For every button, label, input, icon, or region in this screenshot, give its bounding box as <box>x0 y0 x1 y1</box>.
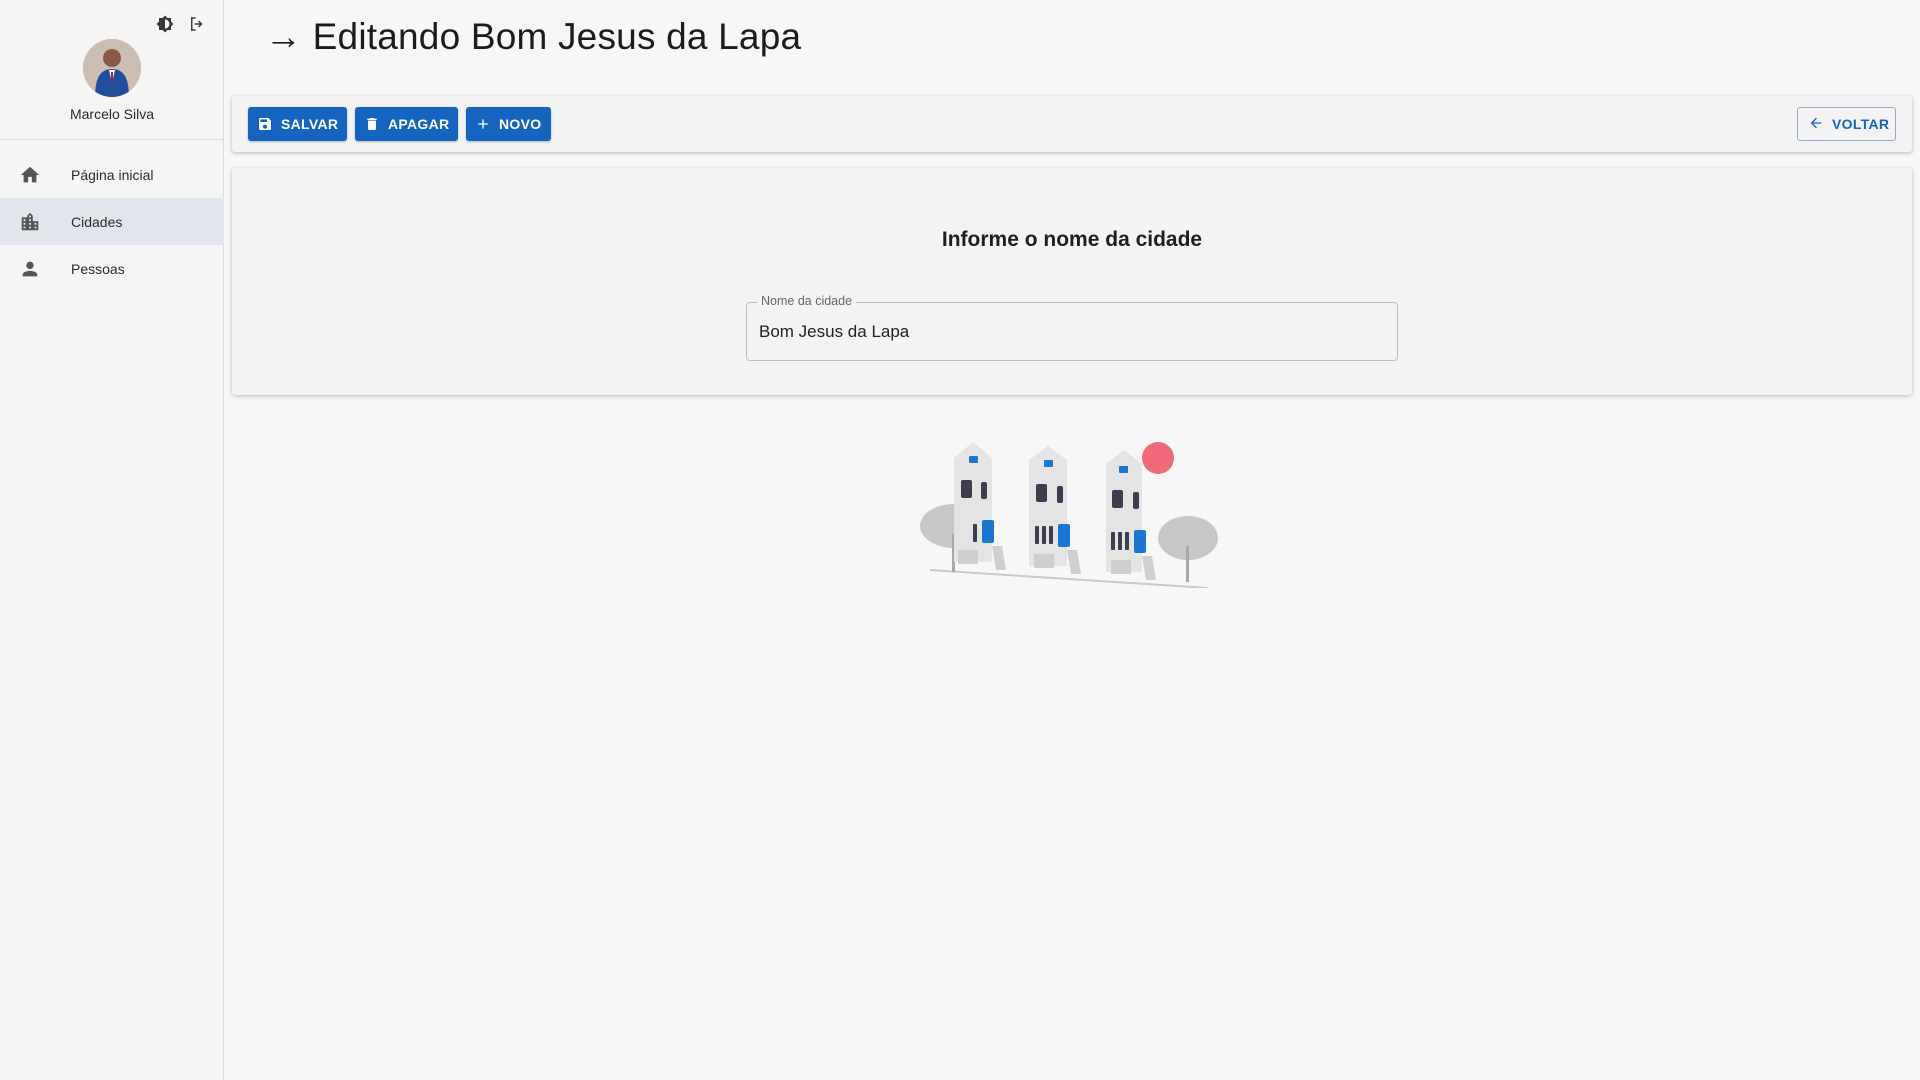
sidebar-divider <box>0 139 224 140</box>
sidebar-item-label: Pessoas <box>71 260 125 277</box>
logout-icon[interactable] <box>187 14 207 34</box>
city-name-input[interactable] <box>759 319 1379 345</box>
delete-label: APAGAR <box>388 116 450 132</box>
save-label: SALVAR <box>281 116 339 132</box>
plus-icon <box>475 116 491 132</box>
avatar <box>83 39 141 97</box>
person-icon <box>19 258 41 280</box>
save-button[interactable]: SALVAR <box>248 107 347 141</box>
city-form-card: Informe o nome da cidade Nome da cidade <box>232 168 1912 395</box>
user-name: Marcelo Silva <box>69 106 155 122</box>
form-heading: Informe o nome da cidade <box>941 228 1203 251</box>
brightness-icon[interactable] <box>155 14 175 34</box>
sidebar-item-pessoas[interactable]: Pessoas <box>0 245 224 292</box>
sidebar-nav: Página inicial Cidades Pessoas <box>0 151 224 292</box>
save-icon <box>257 116 273 132</box>
sidebar-top-icons <box>155 14 207 34</box>
home-icon <box>19 164 41 186</box>
sidebar-item-label: Cidades <box>71 213 123 230</box>
sidebar: Marcelo Silva Página inicial Cidades Pes… <box>0 0 224 1080</box>
back-label: VOLTAR <box>1832 116 1890 132</box>
houses-illustration <box>918 438 1226 589</box>
new-button[interactable]: NOVO <box>466 107 551 141</box>
trash-icon <box>364 116 380 132</box>
city-name-field[interactable]: Nome da cidade <box>746 294 1398 361</box>
sidebar-item-label: Página inicial <box>71 166 154 183</box>
toolbar: SALVAR APAGAR NOVO VOLTAR <box>232 96 1912 152</box>
new-label: NOVO <box>499 116 542 132</box>
arrow-back-icon <box>1808 115 1824 134</box>
sidebar-item-pagina-inicial[interactable]: Página inicial <box>0 151 224 198</box>
page-title: → Editando Bom Jesus da Lapa <box>265 16 802 57</box>
city-icon <box>19 211 41 233</box>
city-name-label: Nome da cidade <box>757 294 857 308</box>
delete-button[interactable]: APAGAR <box>355 107 458 141</box>
sidebar-item-cidades[interactable]: Cidades <box>0 198 224 245</box>
back-button[interactable]: VOLTAR <box>1797 107 1896 141</box>
